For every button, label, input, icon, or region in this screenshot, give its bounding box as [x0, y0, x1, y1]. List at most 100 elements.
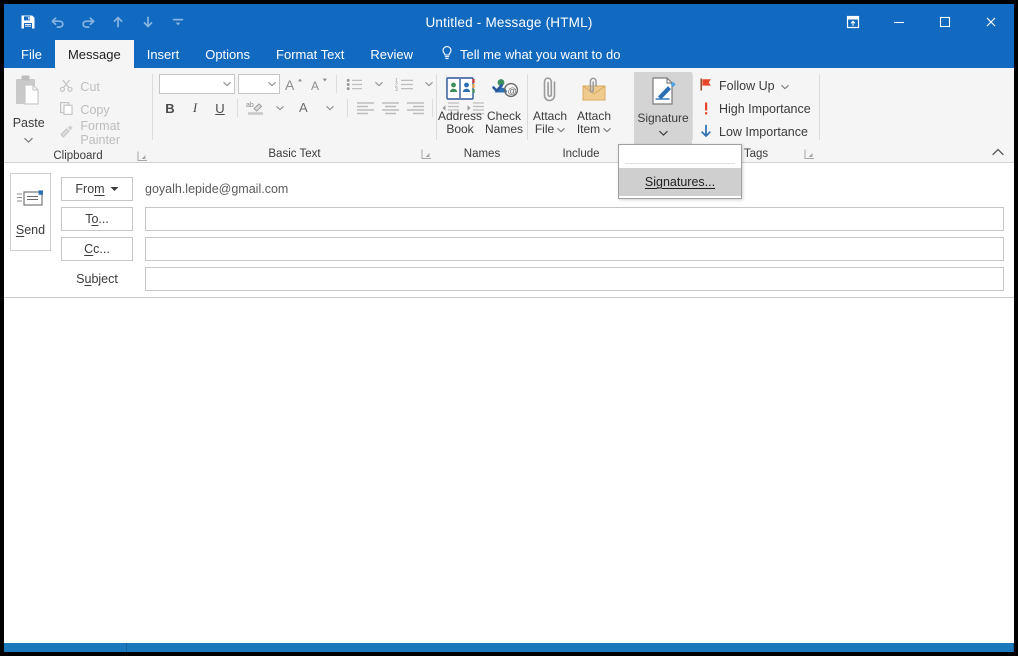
align-right-button[interactable] — [404, 97, 426, 119]
check-names-icon: @ — [488, 75, 520, 108]
from-label: From — [75, 182, 105, 196]
underline-button[interactable]: U — [209, 97, 231, 119]
cc-button[interactable]: Cc... — [61, 237, 133, 261]
signature-dropdown-caret-icon[interactable] — [658, 126, 668, 139]
cut-label: Cut — [80, 79, 100, 94]
signature-icon — [646, 75, 680, 110]
tab-insert[interactable]: Insert — [134, 40, 193, 68]
address-book-label-line2: Book — [446, 122, 474, 136]
lightbulb-icon — [440, 45, 454, 64]
format-painter-label: Format Painter — [80, 118, 121, 147]
ribbon-group-names: Address Book @ Check Names Names — [437, 68, 527, 163]
redo-icon[interactable] — [74, 8, 102, 36]
bold-button[interactable]: B — [159, 97, 181, 119]
svg-text:ab: ab — [246, 102, 254, 109]
text-highlight-dropdown-caret-icon[interactable] — [269, 97, 291, 119]
ribbon-group-basic-text: A A 123 B I U ab A Basic Text — [153, 68, 484, 163]
signatures-menu-item[interactable]: Signatures... — [619, 168, 741, 196]
paperclip-icon — [536, 75, 564, 108]
text-highlight-color-button[interactable]: ab — [244, 97, 266, 119]
tab-review[interactable]: Review — [357, 40, 426, 68]
signature-menu-empty-area — [619, 145, 741, 163]
high-importance-button[interactable]: High Importance — [693, 97, 817, 120]
shrink-font-button[interactable]: A — [308, 73, 330, 95]
tab-message[interactable]: Message — [54, 40, 134, 68]
tags-dialog-launcher-icon[interactable] — [804, 148, 815, 159]
clipboard-dialog-launcher-icon[interactable] — [137, 150, 148, 161]
italic-button[interactable]: I — [184, 97, 206, 119]
cc-input[interactable] — [145, 237, 1004, 261]
title-bar: Untitled - Message (HTML) — [4, 4, 1014, 40]
window-controls — [830, 4, 1014, 40]
signature-button[interactable]: Signature — [634, 72, 692, 148]
paste-icon — [12, 74, 46, 115]
to-input[interactable] — [145, 207, 1004, 231]
follow-up-dropdown-caret-icon[interactable] — [780, 79, 789, 93]
attach-item-button[interactable]: Attach Item — [572, 72, 616, 136]
flag-icon — [699, 77, 713, 95]
from-button[interactable]: From — [61, 177, 133, 201]
ribbon-display-options-icon[interactable] — [830, 4, 876, 40]
tell-me-search[interactable]: Tell me what you want to do — [426, 40, 630, 68]
check-names-label-line2: Names — [484, 122, 523, 136]
from-value[interactable]: goyalh.lepide@gmail.com — [145, 177, 1004, 201]
paste-button[interactable]: Paste — [4, 72, 53, 148]
grow-font-button[interactable]: A — [283, 73, 305, 95]
low-importance-label: Low Importance — [719, 124, 808, 139]
ribbon-group-label-clipboard: Clipboard — [4, 148, 152, 163]
minimize-button[interactable] — [876, 4, 922, 40]
collapse-ribbon-button[interactable] — [990, 144, 1006, 160]
numbering-button[interactable]: 123 — [393, 73, 415, 95]
font-color-button[interactable]: A — [294, 97, 316, 119]
maximize-button[interactable] — [922, 4, 968, 40]
font-name-combobox[interactable] — [159, 74, 235, 94]
follow-up-button[interactable]: Follow Up — [693, 74, 795, 97]
font-color-dropdown-caret-icon[interactable] — [319, 97, 341, 119]
attach-item-label-line2: Item — [576, 122, 601, 136]
undo-icon[interactable] — [44, 8, 72, 36]
basic-text-dialog-launcher-icon[interactable] — [421, 148, 432, 159]
previous-item-icon[interactable] — [104, 8, 132, 36]
align-left-button[interactable] — [354, 97, 376, 119]
tab-options[interactable]: Options — [192, 40, 263, 68]
save-icon[interactable] — [14, 8, 42, 36]
subject-label: Su bject — [76, 272, 118, 286]
address-book-icon — [444, 75, 476, 108]
tab-file[interactable]: File — [8, 40, 55, 68]
message-header-area: Send From goyalh.lepide@gmail.com To... … — [4, 163, 1014, 298]
ribbon: Paste Cut Copy Format Painter Clipboard … — [4, 68, 1014, 163]
exclamation-icon — [699, 101, 713, 116]
attach-file-label-line2: File — [534, 122, 555, 136]
close-button[interactable] — [968, 4, 1014, 40]
quick-access-toolbar — [14, 4, 192, 40]
format-painter-button[interactable]: Format Painter — [53, 118, 152, 147]
signature-dropdown-menu: Signatures... — [618, 144, 742, 199]
bullets-dropdown-caret-icon[interactable] — [368, 73, 390, 95]
paste-dropdown-caret-icon[interactable] — [24, 130, 34, 148]
from-row: From goyalh.lepide@gmail.com — [61, 177, 1004, 201]
message-body-editor[interactable] — [4, 298, 1014, 643]
align-center-button[interactable] — [379, 97, 401, 119]
high-importance-label: High Importance — [719, 101, 811, 116]
tab-format-text[interactable]: Format Text — [263, 40, 357, 68]
signatures-menu-item-label: Signatures... — [644, 175, 716, 189]
cut-button[interactable]: Cut — [53, 75, 152, 98]
bullets-button[interactable] — [343, 73, 365, 95]
attach-item-dropdown-caret-icon — [603, 127, 612, 132]
ribbon-group-label-basic-text: Basic Text — [153, 144, 436, 163]
check-names-button[interactable]: @ Check Names — [482, 72, 526, 136]
attach-file-dropdown-caret-icon — [557, 127, 566, 132]
to-button[interactable]: To... — [61, 207, 133, 231]
address-book-button[interactable]: Address Book — [438, 72, 482, 136]
send-button[interactable]: Send — [10, 173, 51, 251]
attach-file-button[interactable]: Attach File — [528, 72, 572, 136]
svg-text:A: A — [299, 100, 308, 115]
low-importance-button[interactable]: Low Importance — [693, 120, 814, 143]
scissors-icon — [59, 78, 74, 96]
customize-quick-access-toolbar-icon[interactable] — [164, 8, 192, 36]
font-size-combobox[interactable] — [238, 74, 280, 94]
subject-input[interactable] — [145, 267, 1004, 291]
paintbrush-icon — [59, 124, 74, 142]
ribbon-tab-strip: File Message Insert Options Format Text … — [4, 40, 1014, 68]
next-item-icon[interactable] — [134, 8, 162, 36]
